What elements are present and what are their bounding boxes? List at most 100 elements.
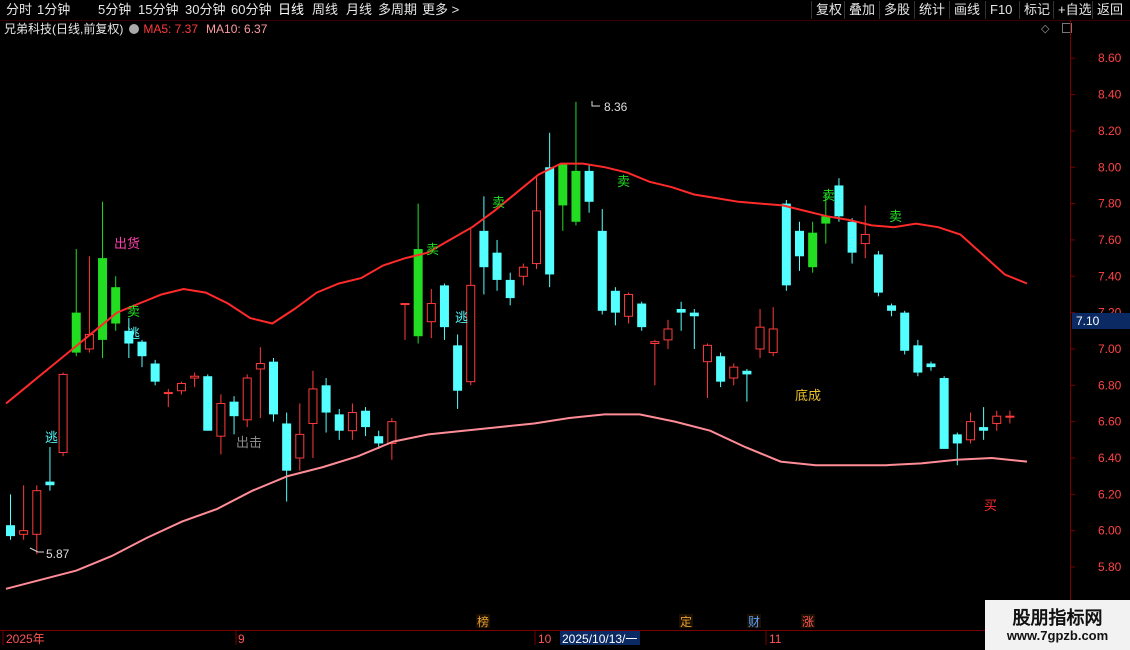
candle: [71, 249, 81, 357]
escape-signal: 逃: [45, 430, 58, 445]
sell-signal: 卖: [426, 242, 439, 257]
event-tag: 财: [748, 615, 760, 629]
kline-chart[interactable]: 8.608.408.208.007.807.607.407.207.006.80…: [0, 0, 1130, 650]
chuhuo-signal: 出货: [114, 236, 140, 251]
candle-body: [768, 328, 778, 354]
candle: [19, 485, 29, 540]
candle: [558, 163, 568, 231]
high-price-label: 8.36: [604, 100, 628, 114]
buy-signal: 买: [984, 498, 997, 513]
price-tick-label: 8.40: [1098, 88, 1122, 102]
candle-body: [1005, 415, 1015, 418]
candle: [650, 339, 660, 386]
sell-signal: 卖: [889, 209, 902, 224]
candle-body: [676, 308, 686, 313]
candle: [992, 410, 1002, 431]
candle-body: [571, 170, 581, 222]
escape-signal: 逃: [127, 326, 140, 341]
candle: [255, 347, 265, 419]
candle-body: [860, 233, 870, 245]
candle-body: [32, 490, 42, 535]
candle-body: [361, 410, 371, 428]
candle: [190, 372, 200, 388]
candle-body: [532, 210, 541, 265]
sell-signal: 卖: [617, 174, 630, 189]
candle-body: [505, 279, 515, 299]
candle-body: [216, 402, 226, 437]
event-tag: 定: [680, 614, 692, 629]
candle: [321, 378, 331, 433]
candle-body: [808, 232, 818, 268]
candle: [176, 381, 186, 395]
candle: [492, 239, 502, 291]
candle: [453, 334, 463, 409]
candle: [676, 301, 686, 331]
candle: [426, 288, 436, 339]
candle: [768, 307, 778, 357]
price-tick-label: 6.20: [1098, 487, 1122, 501]
candle-body: [400, 303, 410, 306]
candle-body: [413, 249, 423, 337]
candle-body: [834, 185, 844, 217]
candle: [282, 412, 292, 502]
candle: [979, 407, 989, 440]
candle-body: [952, 434, 962, 444]
candle-body: [374, 436, 384, 444]
candle: [781, 199, 791, 291]
candle: [913, 339, 923, 377]
candle-body: [150, 363, 160, 382]
candle: [873, 250, 883, 297]
candle: [716, 352, 726, 388]
price-tick-label: 6.40: [1098, 451, 1122, 465]
candle-body: [453, 345, 463, 391]
candle-body: [729, 366, 739, 379]
candle-body: [992, 415, 1002, 424]
candle-body: [965, 421, 975, 441]
candle: [755, 308, 765, 359]
candle-body: [242, 377, 252, 421]
candle: [466, 229, 476, 386]
candle-body: [558, 163, 568, 206]
candle-body: [203, 376, 213, 431]
candle-body: [545, 167, 555, 275]
candle: [847, 218, 857, 264]
candle-body: [795, 230, 804, 257]
candle: [729, 363, 739, 386]
low-price-label: 5.87: [46, 547, 70, 561]
candle: [439, 283, 449, 340]
candle-body: [584, 170, 594, 202]
candle: [334, 408, 344, 440]
candle-body: [887, 305, 897, 311]
candle: [926, 361, 936, 371]
candle: [808, 221, 818, 273]
candle: [689, 308, 699, 349]
date-month-11: 11: [769, 632, 782, 646]
candle: [624, 292, 634, 324]
candle: [163, 388, 173, 408]
sell-signal: 卖: [127, 304, 140, 319]
candle: [518, 263, 528, 286]
candle-body: [282, 423, 292, 471]
candle: [742, 368, 752, 402]
current-price-tag: 7.10: [1072, 313, 1130, 329]
candle-body: [334, 414, 344, 431]
candle-body: [689, 312, 699, 317]
price-tick-label: 7.40: [1098, 269, 1122, 283]
candle-body: [19, 530, 29, 535]
candle: [111, 276, 121, 331]
candle: [939, 376, 949, 449]
candle-body: [781, 203, 791, 286]
candle-body: [518, 266, 528, 277]
candle-body: [308, 388, 318, 424]
candle: [242, 374, 252, 428]
candle: [137, 339, 147, 368]
price-tick-label: 7.80: [1098, 197, 1122, 211]
watermark-url: www.7gpzb.com: [1006, 628, 1109, 643]
candle-body: [321, 385, 331, 413]
candle-body: [58, 373, 68, 454]
candle-body: [847, 221, 857, 253]
candle-body: [597, 230, 607, 311]
candle: [860, 205, 870, 259]
candle: [58, 372, 68, 457]
candle-body: [926, 363, 936, 368]
